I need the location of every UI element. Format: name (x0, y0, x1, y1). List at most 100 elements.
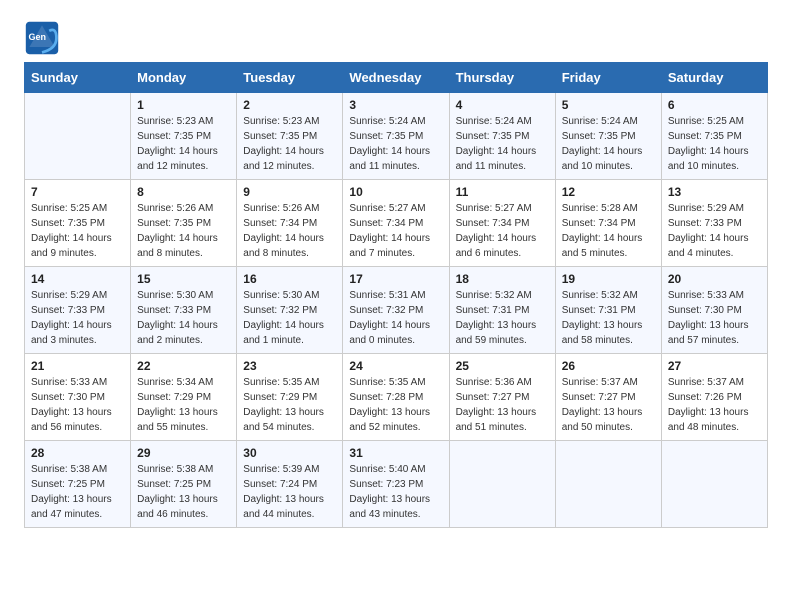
day-info: Sunrise: 5:29 AM Sunset: 7:33 PM Dayligh… (31, 288, 124, 348)
calendar-cell: 5 Sunrise: 5:24 AM Sunset: 7:35 PM Daylig… (555, 93, 661, 180)
calendar-cell: 24Sunrise: 5:35 AM Sunset: 7:28 PM Dayli… (343, 354, 449, 441)
day-info: Sunrise: 5:23 AM Sunset: 7:35 PM Dayligh… (243, 114, 336, 174)
day-number: 29 (137, 446, 230, 460)
day-info: Sunrise: 5:29 AM Sunset: 7:33 PM Dayligh… (668, 201, 761, 261)
calendar-cell: 4Sunrise: 5:24 AM Sunset: 7:35 PM Daylig… (449, 93, 555, 180)
day-info: Sunrise: 5:24 AM Sunset: 7:35 PM Dayligh… (562, 114, 655, 174)
day-number: 11 (456, 185, 549, 199)
calendar-cell: 3Sunrise: 5:24 AM Sunset: 7:35 PM Daylig… (343, 93, 449, 180)
day-info: Sunrise: 5:28 AM Sunset: 7:34 PM Dayligh… (562, 201, 655, 261)
day-info: Sunrise: 5:38 AM Sunset: 7:25 PM Dayligh… (31, 462, 124, 522)
day-info: Sunrise: 5:25 AM Sunset: 7:35 PM Dayligh… (31, 201, 124, 261)
day-info: Sunrise: 5:35 AM Sunset: 7:28 PM Dayligh… (349, 375, 442, 435)
calendar-cell: 16 Sunrise: 5:30 AM Sunset: 7:32 PM Dayli… (237, 267, 343, 354)
day-info: Sunrise: 5:33 AM Sunset: 7:30 PM Dayligh… (31, 375, 124, 435)
day-number: 18 (456, 272, 549, 286)
day-info: Sunrise: 5:32 AM Sunset: 7:31 PM Dayligh… (456, 288, 549, 348)
calendar-cell (555, 441, 661, 528)
day-number: 25 (456, 359, 549, 373)
header-monday: Monday (131, 63, 237, 93)
day-info: Sunrise: 5:27 AM Sunset: 7:34 PM Dayligh… (349, 201, 442, 261)
day-info: Sunrise: 5:24 AM Sunset: 7:35 PM Dayligh… (456, 114, 549, 174)
week-row-2: 7 Sunrise: 5:25 AM Sunset: 7:35 PM Daylig… (25, 180, 768, 267)
day-number: 7 (31, 185, 124, 199)
day-number: 30 (243, 446, 336, 460)
header-saturday: Saturday (661, 63, 767, 93)
day-info: Sunrise: 5:24 AM Sunset: 7:35 PM Dayligh… (349, 114, 442, 174)
week-row-1: 1 Sunrise: 5:23 AM Sunset: 7:35 PM Daylig… (25, 93, 768, 180)
day-number: 9 (243, 185, 336, 199)
day-info: Sunrise: 5:31 AM Sunset: 7:32 PM Dayligh… (349, 288, 442, 348)
day-number: 28 (31, 446, 124, 460)
calendar-table: SundayMondayTuesdayWednesdayThursdayFrid… (24, 62, 768, 528)
day-number: 8 (137, 185, 230, 199)
svg-text:Gen: Gen (29, 32, 47, 42)
day-info: Sunrise: 5:27 AM Sunset: 7:34 PM Dayligh… (456, 201, 549, 261)
day-number: 13 (668, 185, 761, 199)
day-number: 22 (137, 359, 230, 373)
week-row-5: 28 Sunrise: 5:38 AM Sunset: 7:25 PM Dayli… (25, 441, 768, 528)
day-info: Sunrise: 5:25 AM Sunset: 7:35 PM Dayligh… (668, 114, 761, 174)
day-number: 14 (31, 272, 124, 286)
header: Gen (24, 20, 768, 56)
header-tuesday: Tuesday (237, 63, 343, 93)
day-info: Sunrise: 5:33 AM Sunset: 7:30 PM Dayligh… (668, 288, 761, 348)
day-info: Sunrise: 5:35 AM Sunset: 7:29 PM Dayligh… (243, 375, 336, 435)
day-info: Sunrise: 5:30 AM Sunset: 7:32 PM Dayligh… (243, 288, 336, 348)
calendar-cell (661, 441, 767, 528)
calendar-cell: 19 Sunrise: 5:32 AM Sunset: 7:31 PM Dayli… (555, 267, 661, 354)
calendar-cell: 28 Sunrise: 5:38 AM Sunset: 7:25 PM Dayli… (25, 441, 131, 528)
day-number: 1 (137, 98, 230, 112)
day-number: 20 (668, 272, 761, 286)
logo: Gen (24, 20, 64, 56)
calendar-cell: 11 Sunrise: 5:27 AM Sunset: 7:34 PM Dayli… (449, 180, 555, 267)
calendar-cell: 7 Sunrise: 5:25 AM Sunset: 7:35 PM Daylig… (25, 180, 131, 267)
day-info: Sunrise: 5:37 AM Sunset: 7:26 PM Dayligh… (668, 375, 761, 435)
day-number: 17 (349, 272, 442, 286)
day-info: Sunrise: 5:37 AM Sunset: 7:27 PM Dayligh… (562, 375, 655, 435)
calendar-cell: 14 Sunrise: 5:29 AM Sunset: 7:33 PM Dayli… (25, 267, 131, 354)
day-number: 5 (562, 98, 655, 112)
header-thursday: Thursday (449, 63, 555, 93)
day-number: 16 (243, 272, 336, 286)
day-info: Sunrise: 5:36 AM Sunset: 7:27 PM Dayligh… (456, 375, 549, 435)
calendar-cell: 29 Sunrise: 5:38 AM Sunset: 7:25 PM Dayli… (131, 441, 237, 528)
day-info: Sunrise: 5:32 AM Sunset: 7:31 PM Dayligh… (562, 288, 655, 348)
day-info: Sunrise: 5:26 AM Sunset: 7:35 PM Dayligh… (137, 201, 230, 261)
logo-icon: Gen (24, 20, 60, 56)
calendar-cell: 25 Sunrise: 5:36 AM Sunset: 7:27 PM Dayli… (449, 354, 555, 441)
calendar-header-row: SundayMondayTuesdayWednesdayThursdayFrid… (25, 63, 768, 93)
day-number: 31 (349, 446, 442, 460)
calendar-cell: 18 Sunrise: 5:32 AM Sunset: 7:31 PM Dayli… (449, 267, 555, 354)
day-number: 23 (243, 359, 336, 373)
calendar-cell: 15Sunrise: 5:30 AM Sunset: 7:33 PM Dayli… (131, 267, 237, 354)
calendar-cell: 20 Sunrise: 5:33 AM Sunset: 7:30 PM Dayli… (661, 267, 767, 354)
header-wednesday: Wednesday (343, 63, 449, 93)
calendar-cell: 2Sunrise: 5:23 AM Sunset: 7:35 PM Daylig… (237, 93, 343, 180)
calendar-cell: 23 Sunrise: 5:35 AM Sunset: 7:29 PM Dayli… (237, 354, 343, 441)
calendar-cell (449, 441, 555, 528)
day-number: 19 (562, 272, 655, 286)
day-number: 26 (562, 359, 655, 373)
day-number: 10 (349, 185, 442, 199)
day-info: Sunrise: 5:23 AM Sunset: 7:35 PM Dayligh… (137, 114, 230, 174)
calendar-cell: 9 Sunrise: 5:26 AM Sunset: 7:34 PM Daylig… (237, 180, 343, 267)
calendar-cell: 1 Sunrise: 5:23 AM Sunset: 7:35 PM Daylig… (131, 93, 237, 180)
calendar-cell: 22 Sunrise: 5:34 AM Sunset: 7:29 PM Dayli… (131, 354, 237, 441)
day-info: Sunrise: 5:26 AM Sunset: 7:34 PM Dayligh… (243, 201, 336, 261)
day-number: 27 (668, 359, 761, 373)
day-number: 21 (31, 359, 124, 373)
day-info: Sunrise: 5:30 AM Sunset: 7:33 PM Dayligh… (137, 288, 230, 348)
calendar-cell: 26 Sunrise: 5:37 AM Sunset: 7:27 PM Dayli… (555, 354, 661, 441)
day-number: 12 (562, 185, 655, 199)
calendar-cell: 27 Sunrise: 5:37 AM Sunset: 7:26 PM Dayli… (661, 354, 767, 441)
calendar-cell (25, 93, 131, 180)
calendar-cell: 13 Sunrise: 5:29 AM Sunset: 7:33 PM Dayli… (661, 180, 767, 267)
header-sunday: Sunday (25, 63, 131, 93)
day-info: Sunrise: 5:40 AM Sunset: 7:23 PM Dayligh… (349, 462, 442, 522)
calendar-cell: 30 Sunrise: 5:39 AM Sunset: 7:24 PM Dayli… (237, 441, 343, 528)
day-info: Sunrise: 5:38 AM Sunset: 7:25 PM Dayligh… (137, 462, 230, 522)
day-info: Sunrise: 5:34 AM Sunset: 7:29 PM Dayligh… (137, 375, 230, 435)
calendar-cell: 8 Sunrise: 5:26 AM Sunset: 7:35 PM Daylig… (131, 180, 237, 267)
day-info: Sunrise: 5:39 AM Sunset: 7:24 PM Dayligh… (243, 462, 336, 522)
